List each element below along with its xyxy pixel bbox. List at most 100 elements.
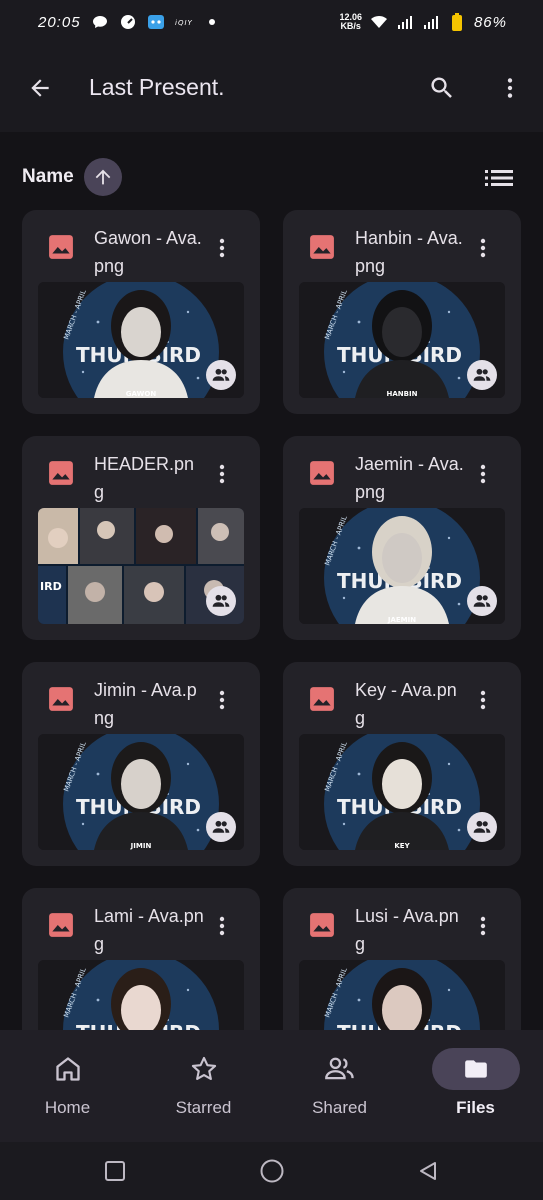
nav-files-label: Files <box>456 1098 495 1117</box>
file-card[interactable]: Lami - Ava.png THUN BIRDMARCH - APRIL <box>22 888 260 1030</box>
nav-shared[interactable]: Shared <box>272 1030 407 1142</box>
file-name: Jaemin - Ava.png <box>355 454 464 502</box>
file-card-header: Gawon - Ava.png <box>22 210 260 280</box>
shared-badge <box>206 360 236 390</box>
status-left: 20:05 iQIYI <box>38 13 221 31</box>
file-name: Jimin - Ava.png <box>94 680 197 728</box>
battery-icon <box>448 13 466 31</box>
more-options-button[interactable] <box>490 68 530 108</box>
file-more-button[interactable] <box>208 460 236 488</box>
app-bar: Last Present. <box>0 44 543 132</box>
dot-icon <box>203 13 221 31</box>
more-vert-icon <box>480 916 486 936</box>
file-more-button[interactable] <box>469 912 497 940</box>
file-card-header: Key - Ava.png <box>283 662 521 732</box>
shared-badge <box>467 360 497 390</box>
file-card[interactable]: HEADER.png IRD <box>22 436 260 640</box>
file-thumbnail[interactable]: THUN BIRD MARCH - APRIL JAEMIN <box>299 508 505 624</box>
file-thumbnail[interactable]: IRD <box>38 508 244 624</box>
image-file-icon <box>49 687 73 711</box>
iqiyi-icon: iQIYI <box>175 13 193 31</box>
triangle-back-icon <box>420 1162 436 1180</box>
file-name: Gawon - Ava.png <box>94 228 202 276</box>
file-more-button[interactable] <box>208 912 236 940</box>
signal-icon <box>396 13 414 31</box>
back-button[interactable] <box>20 68 60 108</box>
file-name: HEADER.png <box>94 454 195 502</box>
battery-level: 86% <box>473 13 507 31</box>
nav-home-label: Home <box>44 1098 91 1117</box>
arrow-upward-icon <box>95 169 111 185</box>
sort-label[interactable]: Name <box>22 166 74 188</box>
file-thumbnail[interactable]: THUN BIRD MARCH - APRIL GAWON <box>38 282 244 398</box>
system-navigation-bar <box>0 1142 543 1200</box>
file-more-button[interactable] <box>469 234 497 262</box>
svg-text:GAWON: GAWON <box>126 390 157 398</box>
file-card[interactable]: Gawon - Ava.png THUN BIRD MARCH - APRIL GAW… <box>22 210 260 414</box>
nav-shared-label: Shared <box>312 1098 367 1117</box>
sort-direction-button[interactable] <box>83 158 122 196</box>
more-vert-icon <box>219 916 225 936</box>
file-card[interactable]: Jaemin - Ava.png THUN BIRD MARCH - APRIL JA… <box>283 436 521 640</box>
more-vert-icon <box>480 238 486 258</box>
image-file-icon <box>49 913 73 937</box>
file-card-header: HEADER.png <box>22 436 260 506</box>
people-icon <box>212 594 230 607</box>
file-card[interactable]: Jimin - Ava.png THUN BIRD MARCH - APRIL JIM… <box>22 662 260 866</box>
file-name: Lusi - Ava.png <box>355 906 459 954</box>
file-thumbnail[interactable]: THUN BIRD MARCH - APRIL KEY <box>299 734 505 850</box>
wifi-icon <box>370 13 388 31</box>
page-title: Last Present. <box>89 74 225 100</box>
file-more-button[interactable] <box>208 234 236 262</box>
bot-icon <box>147 13 165 31</box>
file-thumbnail[interactable]: THUN BIRDMARCH - APRIL <box>299 960 505 1030</box>
file-card[interactable]: Lusi - Ava.png THUN BIRDMARCH - APRIL <box>283 888 521 1030</box>
arrow-back-icon <box>31 79 49 97</box>
search-button[interactable] <box>422 68 462 108</box>
folder-icon <box>464 1060 487 1078</box>
circle-icon <box>260 1159 284 1183</box>
nav-starred-indicator <box>160 1048 248 1090</box>
nav-starred-label: Starred <box>175 1098 232 1117</box>
file-more-button[interactable] <box>208 686 236 714</box>
list-view-button[interactable] <box>483 162 515 194</box>
people-icon <box>212 368 230 381</box>
image-file-icon <box>310 235 334 259</box>
file-card-header: Hanbin - Ava.png <box>283 210 521 280</box>
status-bar: 20:05 iQIYI 12.06 KB/s <box>0 0 543 44</box>
file-card[interactable]: Key - Ava.png THUN BIRD MARCH - APRIL KEY <box>283 662 521 866</box>
bottom-navigation: Home Starred Shared Files <box>0 1030 543 1142</box>
nav-starred[interactable]: Starred <box>136 1030 271 1142</box>
file-card-header: Jaemin - Ava.png <box>283 436 521 506</box>
sort-control[interactable]: Name <box>22 158 122 196</box>
net-speed-unit: KB/s <box>340 21 361 31</box>
nav-home[interactable]: Home <box>0 1030 135 1142</box>
file-more-button[interactable] <box>469 460 497 488</box>
file-thumbnail[interactable]: THUN BIRD MARCH - APRIL JIMIN <box>38 734 244 850</box>
shared-badge <box>206 812 236 842</box>
file-thumbnail[interactable]: THUN BIRDMARCH - APRIL <box>38 960 244 1030</box>
people-icon <box>473 820 491 833</box>
image-file-icon <box>49 461 73 485</box>
file-card[interactable]: Hanbin - Ava.png THUN BIRD MARCH - APRIL HA… <box>283 210 521 414</box>
file-list-area[interactable]: Name Gawon - Ava.png THUN BIRD MARCH - APR… <box>0 132 543 1030</box>
nav-files-indicator <box>431 1048 520 1090</box>
more-vert-icon <box>219 238 225 258</box>
shared-badge <box>467 586 497 616</box>
more-vert-icon <box>219 690 225 710</box>
back-system-button[interactable] <box>413 1156 443 1186</box>
more-vert-icon <box>480 464 486 484</box>
nav-shared-indicator <box>296 1048 384 1090</box>
people-icon <box>473 594 491 607</box>
file-thumbnail[interactable]: THUN BIRD MARCH - APRIL HANBIN <box>299 282 505 398</box>
nav-files[interactable]: Files <box>408 1030 543 1142</box>
signal-icon <box>422 13 440 31</box>
svg-text:iQIYI: iQIYI <box>175 19 193 27</box>
recents-button[interactable] <box>100 1156 130 1186</box>
search-icon <box>431 77 452 98</box>
star-icon <box>191 1056 216 1080</box>
status-right: 12.06 KB/s 86% <box>339 13 507 31</box>
image-file-icon <box>310 687 334 711</box>
home-system-button[interactable] <box>257 1156 287 1186</box>
file-more-button[interactable] <box>469 686 497 714</box>
